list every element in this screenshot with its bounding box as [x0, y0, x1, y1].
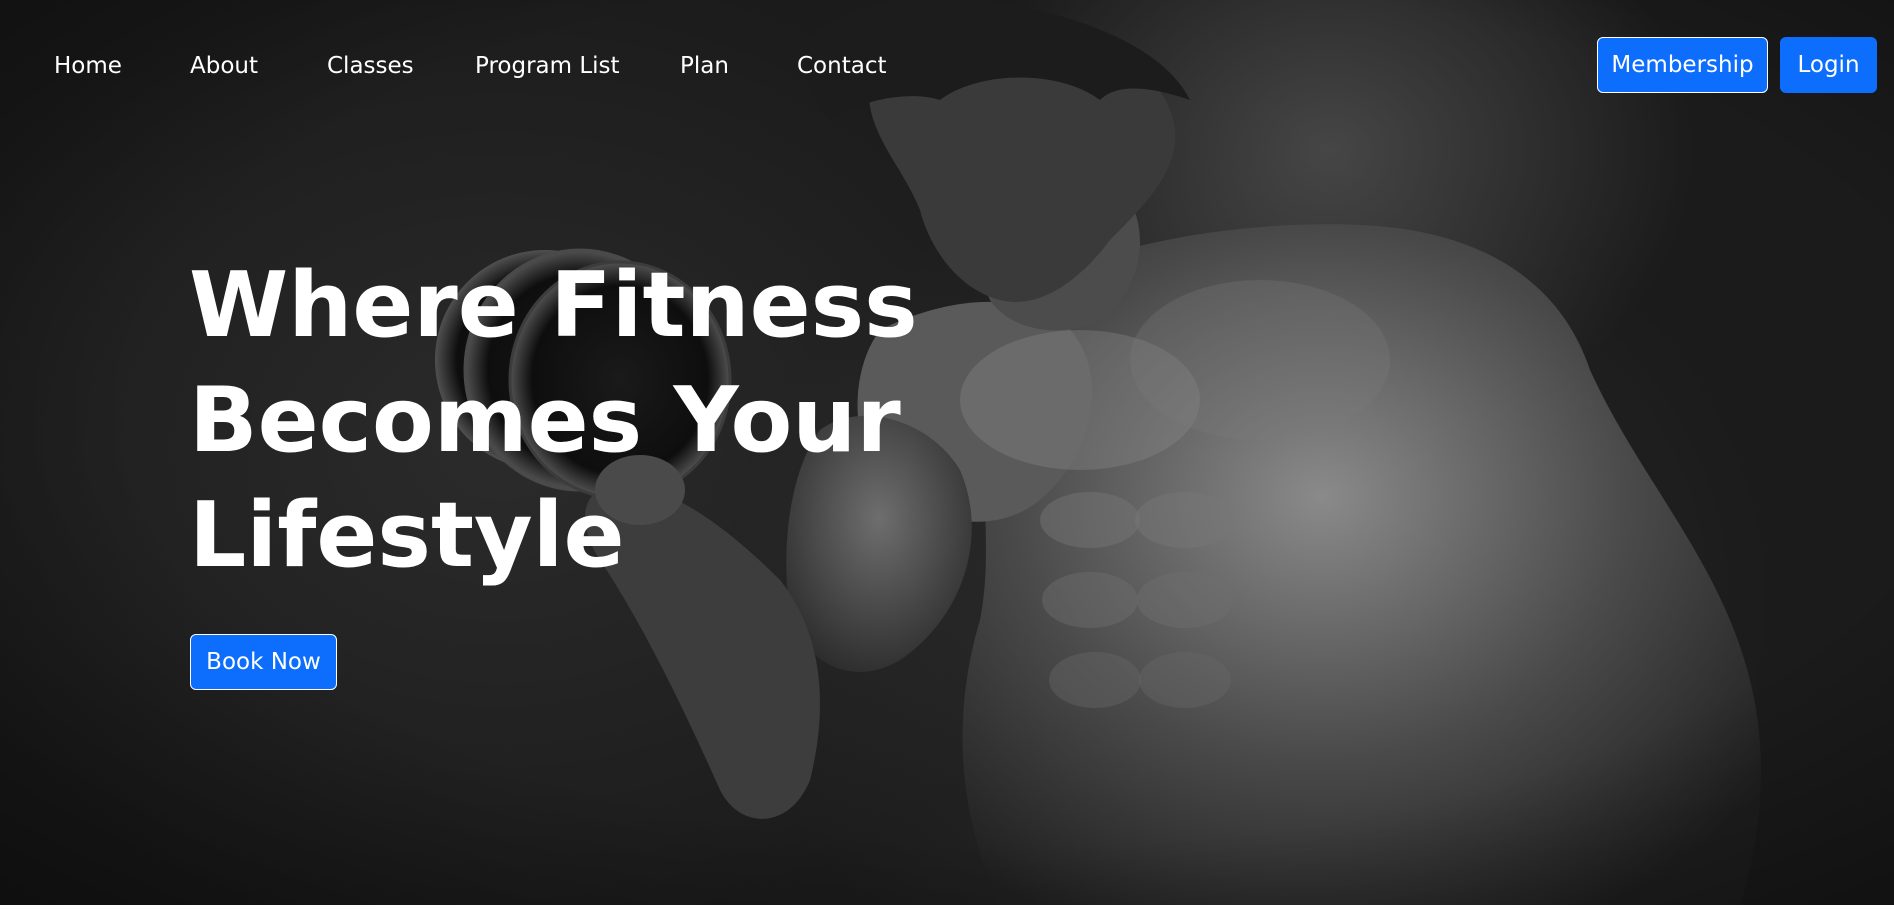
- nav-link-classes[interactable]: Classes: [327, 48, 414, 84]
- login-button[interactable]: Login: [1780, 37, 1877, 93]
- top-navigation: Home About Classes Program List Plan Con…: [0, 0, 1894, 132]
- hero-section: Home About Classes Program List Plan Con…: [0, 0, 1894, 905]
- book-now-button[interactable]: Book Now: [190, 634, 337, 690]
- hero-headline: Where Fitness Becomes Your Lifestyle: [189, 248, 918, 593]
- membership-button[interactable]: Membership: [1597, 37, 1768, 93]
- nav-link-about[interactable]: About: [190, 48, 258, 84]
- nav-link-home[interactable]: Home: [54, 48, 122, 84]
- headline-line-3: Lifestyle: [189, 483, 625, 588]
- headline-line-2: Becomes Your: [189, 368, 901, 473]
- nav-link-contact[interactable]: Contact: [797, 48, 886, 84]
- nav-link-plan[interactable]: Plan: [680, 48, 729, 84]
- headline-line-1: Where Fitness: [189, 253, 918, 358]
- nav-link-program-list[interactable]: Program List: [475, 48, 620, 84]
